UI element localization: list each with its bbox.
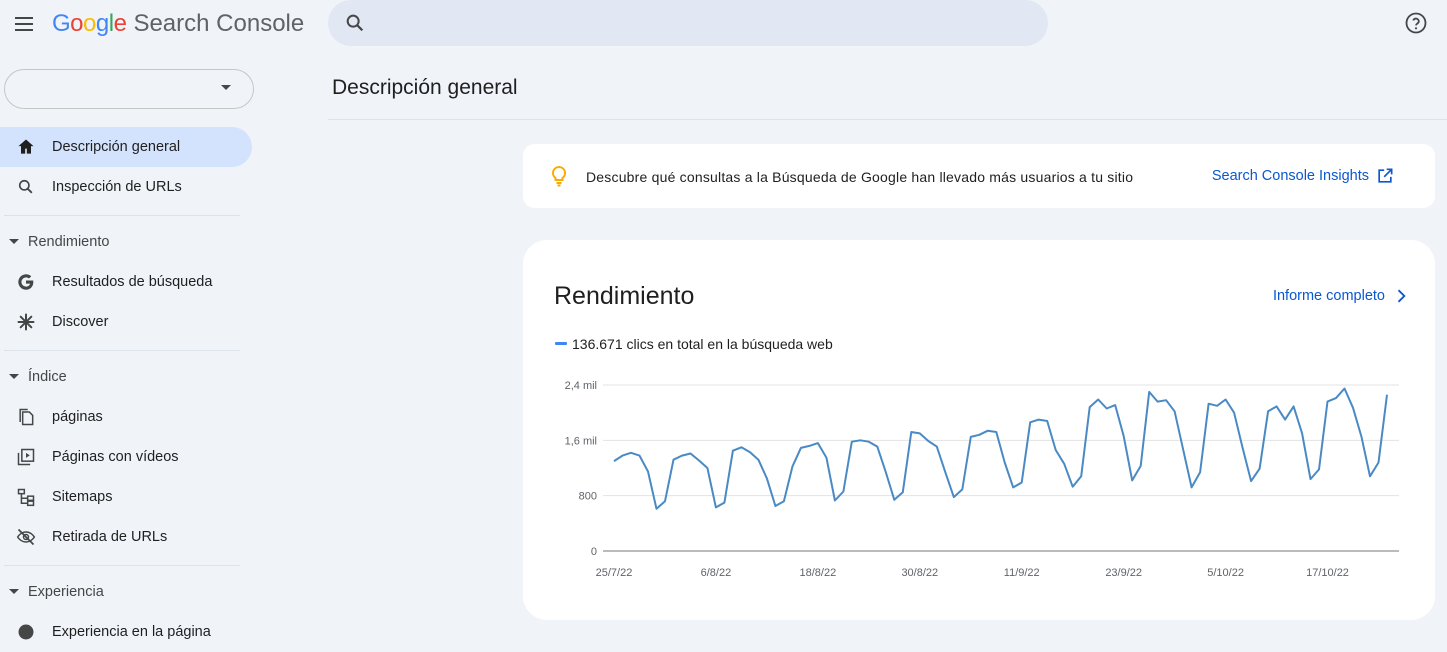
menu-icon[interactable] (12, 12, 36, 36)
divider (4, 215, 240, 216)
x-tick-label: 30/8/22 (901, 567, 938, 579)
asterisk-icon (16, 312, 36, 332)
section-label: Índice (28, 369, 67, 385)
section-label: Experiencia (28, 584, 104, 600)
collapse-arrow-icon (9, 239, 19, 244)
sidebar-item-label: Sitemaps (52, 489, 113, 505)
open-in-new-icon[interactable] (1375, 166, 1395, 186)
sidebar-item-label: páginas (52, 409, 103, 425)
collapse-arrow-icon (9, 374, 19, 379)
sidebar-item-label: Páginas con vídeos (52, 449, 179, 465)
sidebar-item-pages[interactable]: páginas (0, 397, 252, 437)
sidebar-item-label: Retirada de URLs (52, 529, 168, 545)
section-index[interactable]: Índice (0, 357, 240, 397)
sidebar-item-url-inspection[interactable]: Inspección de URLs (0, 167, 252, 207)
help-icon[interactable] (1404, 11, 1428, 35)
video-page-icon (16, 447, 36, 467)
x-tick-label: 23/9/22 (1105, 567, 1142, 579)
y-tick-label: 0 (591, 546, 597, 558)
visibility-off-icon (16, 527, 36, 547)
divider (4, 350, 240, 351)
series-line-clicks (613, 387, 1388, 510)
search-icon (344, 12, 366, 34)
sidebar-item-label: Resultados de búsqueda (52, 274, 213, 290)
sidebar-item-overview[interactable]: Descripción general (0, 127, 252, 167)
clicks-line-chart: 0 800 1,6 mil 2,4 mil 25/7/22 6/8/22 18/8/22 30… (565, 380, 1399, 579)
x-tick-label: 17/10/22 (1306, 567, 1349, 579)
page-title: Descripción general (332, 76, 518, 99)
sidebar-item-page-experience[interactable]: Experiencia en la página (0, 612, 252, 652)
search-input[interactable] (328, 0, 1048, 46)
file-copy-icon (16, 407, 36, 427)
insights-link[interactable]: Search Console Insights (1212, 168, 1369, 184)
sidebar-item-removals[interactable]: Retirada de URLs (0, 517, 252, 557)
section-experience[interactable]: Experiencia (0, 572, 240, 612)
x-tick-label: 25/7/22 (596, 567, 633, 579)
top-bar: Google Search Console (0, 0, 1447, 48)
divider (4, 565, 240, 566)
insights-text: Descubre qué consultas a la Búsqueda de … (586, 169, 1134, 185)
search-icon (16, 177, 36, 197)
y-tick-label: 1,6 mil (565, 435, 597, 447)
product-name: Search Console (133, 10, 305, 37)
dropdown-arrow-icon (221, 85, 231, 90)
property-selector[interactable] (4, 69, 254, 109)
sidebar-item-discover[interactable]: Discover (0, 302, 252, 342)
sidebar: Descripción general Inspección de URLs R… (0, 60, 266, 640)
sidebar-item-video-pages[interactable]: Páginas con vídeos (0, 437, 252, 477)
divider (328, 119, 1447, 120)
sidebar-item-sitemaps[interactable]: Sitemaps (0, 477, 252, 517)
section-label: Rendimiento (28, 234, 110, 250)
x-tick-label: 6/8/22 (701, 567, 732, 579)
logo[interactable]: Google Search Console (52, 8, 304, 40)
sidebar-item-label: Experiencia en la página (52, 624, 211, 640)
x-tick-label: 11/9/22 (1004, 567, 1040, 579)
sidebar-item-label: Discover (52, 314, 109, 330)
section-performance[interactable]: Rendimiento (0, 222, 240, 262)
sitemap-icon (16, 487, 36, 507)
x-tick-label: 5/10/22 (1207, 567, 1244, 579)
collapse-arrow-icon (9, 589, 19, 594)
performance-card: Rendimiento Informe completo 136.671 cli… (523, 240, 1435, 620)
google-g-icon (16, 272, 36, 292)
sidebar-item-label: Inspección de URLs (52, 179, 182, 195)
y-tick-label: 2,4 mil (565, 380, 597, 392)
x-tick-label: 18/8/22 (800, 567, 837, 579)
lightbulb-icon (547, 164, 571, 188)
sidebar-item-label: Descripción general (52, 139, 181, 155)
y-tick-label: 800 (579, 491, 597, 503)
experience-icon (16, 622, 36, 642)
sidebar-item-search-results[interactable]: Resultados de búsqueda (0, 262, 252, 302)
home-icon (16, 137, 36, 157)
google-logo: Google (52, 10, 127, 37)
insights-banner: Descubre qué consultas a la Búsqueda de … (523, 144, 1435, 208)
